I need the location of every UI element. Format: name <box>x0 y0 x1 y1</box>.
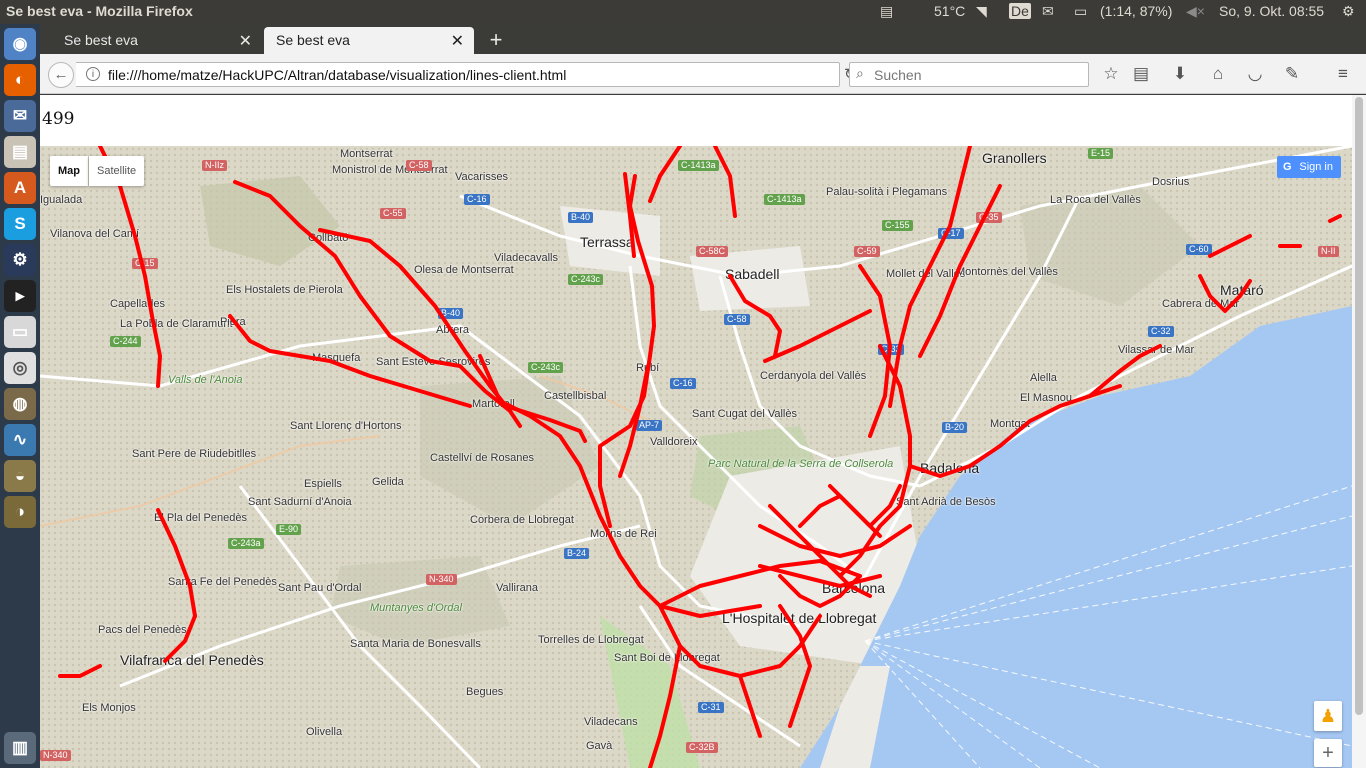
tab-bar: Se best eva ✕ Se best eva ✕ + <box>40 24 1366 54</box>
route-line <box>728 274 782 358</box>
search-input[interactable]: Suchen <box>874 67 921 83</box>
downloads-icon[interactable]: ⬇ <box>1169 63 1191 85</box>
route-line <box>478 354 762 618</box>
battery-icon[interactable]: ▭ <box>1074 3 1087 20</box>
bookmarks-menu-icon[interactable]: ▤ <box>1130 63 1152 85</box>
google-g-icon: G <box>1283 161 1292 173</box>
route-line <box>778 604 812 728</box>
route-line <box>858 264 892 438</box>
route-line <box>758 524 912 558</box>
keyboard-layout-icon[interactable]: ▤ <box>880 3 893 20</box>
route-line <box>156 508 197 618</box>
tab-label: Se best eva <box>276 32 350 48</box>
route-line <box>598 174 656 528</box>
route-line <box>510 406 587 443</box>
drive-icon[interactable]: ▭ <box>4 316 36 348</box>
close-tab-icon[interactable]: ✕ <box>451 31 464 51</box>
extension-icon[interactable]: ✎ <box>1281 63 1303 85</box>
route-line <box>798 494 882 538</box>
tab-label: Se best eva <box>64 32 138 48</box>
route-line <box>828 484 902 528</box>
route-line <box>648 644 682 768</box>
page-content: 499 Montserrat Monistrol de Montserrat V… <box>40 95 1366 768</box>
clock[interactable]: So, 9. Okt. 08:55 <box>1219 3 1324 19</box>
volume-icon[interactable]: ◀× <box>1186 3 1205 20</box>
tab-active[interactable]: Se best eva ✕ <box>264 27 474 54</box>
map[interactable]: Montserrat Monistrol de Montserrat Vacar… <box>40 146 1352 768</box>
thunderbird-icon[interactable]: ✉ <box>4 100 36 132</box>
sign-in-label: Sign in <box>1299 161 1333 173</box>
route-line <box>838 344 912 578</box>
search-bar[interactable]: ⌕ Suchen <box>849 62 1089 87</box>
sign-in-button[interactable]: G Sign in <box>1277 156 1341 178</box>
map-type-satellite-button[interactable]: Satellite <box>89 156 145 186</box>
new-tab-button[interactable]: + <box>484 27 508 53</box>
search-icon: ⌕ <box>856 65 864 81</box>
monitor-icon[interactable]: ∿ <box>4 424 36 456</box>
route-line <box>233 180 522 428</box>
system-settings-icon[interactable]: ⚙ <box>4 244 36 276</box>
gimp-icon[interactable]: ◒ <box>4 460 36 492</box>
back-button[interactable]: ← <box>48 62 74 88</box>
close-tab-icon[interactable]: ✕ <box>239 31 252 51</box>
keyboard-indicator[interactable]: De <box>1009 3 1031 19</box>
pegman-icon[interactable]: ♟ <box>1314 701 1342 731</box>
tab-inactive[interactable]: Se best eva ✕ <box>52 27 262 54</box>
menu-icon[interactable]: ≡ <box>1332 63 1354 85</box>
power-icon[interactable]: ⚙ <box>1342 3 1355 20</box>
launcher-sidebar: ◉ ◐ ✉ ▤ A S ⚙ ▸ ▭ ◎ ◍ ∿ ◒ ◑ ▥ <box>0 24 40 768</box>
window-title: Se best eva - Mozilla Firefox <box>6 3 193 19</box>
disc-icon[interactable]: ◎ <box>4 352 36 384</box>
route-line <box>1088 344 1162 398</box>
home-icon[interactable]: ⌂ <box>1207 63 1229 85</box>
route-line <box>1198 274 1252 313</box>
battery-indicator[interactable]: (1:14, 87%) <box>1100 3 1172 19</box>
route-line <box>713 146 737 218</box>
route-line <box>1208 234 1252 258</box>
skype-icon[interactable]: S <box>4 208 36 240</box>
trash-icon[interactable]: ▥ <box>4 732 36 764</box>
route-line <box>658 604 822 678</box>
url-text[interactable]: file:///home/matze/HackUPC/Altran/databa… <box>108 67 566 83</box>
route-line <box>318 228 512 413</box>
info-icon[interactable]: i <box>86 67 100 81</box>
route-line <box>648 146 682 203</box>
route-line <box>163 614 197 663</box>
zoom-in-button[interactable]: + <box>1314 739 1342 767</box>
dash-icon[interactable]: ◉ <box>4 28 36 60</box>
bookmark-star-icon[interactable]: ☆ <box>1100 63 1122 85</box>
route-line <box>738 674 762 738</box>
route-overlay <box>58 146 1342 768</box>
navigation-bar: ← i file:///home/matze/HackUPC/Altran/da… <box>40 54 1366 94</box>
route-line <box>1328 214 1342 223</box>
wifi-icon[interactable]: ◥ <box>976 3 987 20</box>
firefox-icon[interactable]: ◐ <box>4 64 36 96</box>
route-line <box>918 184 1002 358</box>
url-bar[interactable]: i file:///home/matze/HackUPC/Altran/data… <box>76 62 857 87</box>
temperature-indicator[interactable]: 51°C <box>934 3 965 19</box>
pocket-icon[interactable]: ◡ <box>1244 63 1266 85</box>
route-line <box>908 384 1122 478</box>
count-text: 499 <box>42 109 75 129</box>
system-top-bar: Se best eva - Mozilla Firefox ▤ 51°C ◥ D… <box>0 0 1366 24</box>
map-type-map-button[interactable]: Map <box>50 156 88 186</box>
route-line <box>58 664 102 678</box>
software-center-icon[interactable]: A <box>4 172 36 204</box>
tor-icon[interactable]: ◍ <box>4 388 36 420</box>
terminal-icon[interactable]: ▸ <box>4 280 36 312</box>
scrollbar[interactable] <box>1352 95 1366 768</box>
app-icon[interactable]: ◑ <box>4 496 36 528</box>
files-icon[interactable]: ▤ <box>4 136 36 168</box>
mail-icon[interactable]: ✉ <box>1042 3 1054 20</box>
scrollbar-thumb[interactable] <box>1355 97 1363 715</box>
